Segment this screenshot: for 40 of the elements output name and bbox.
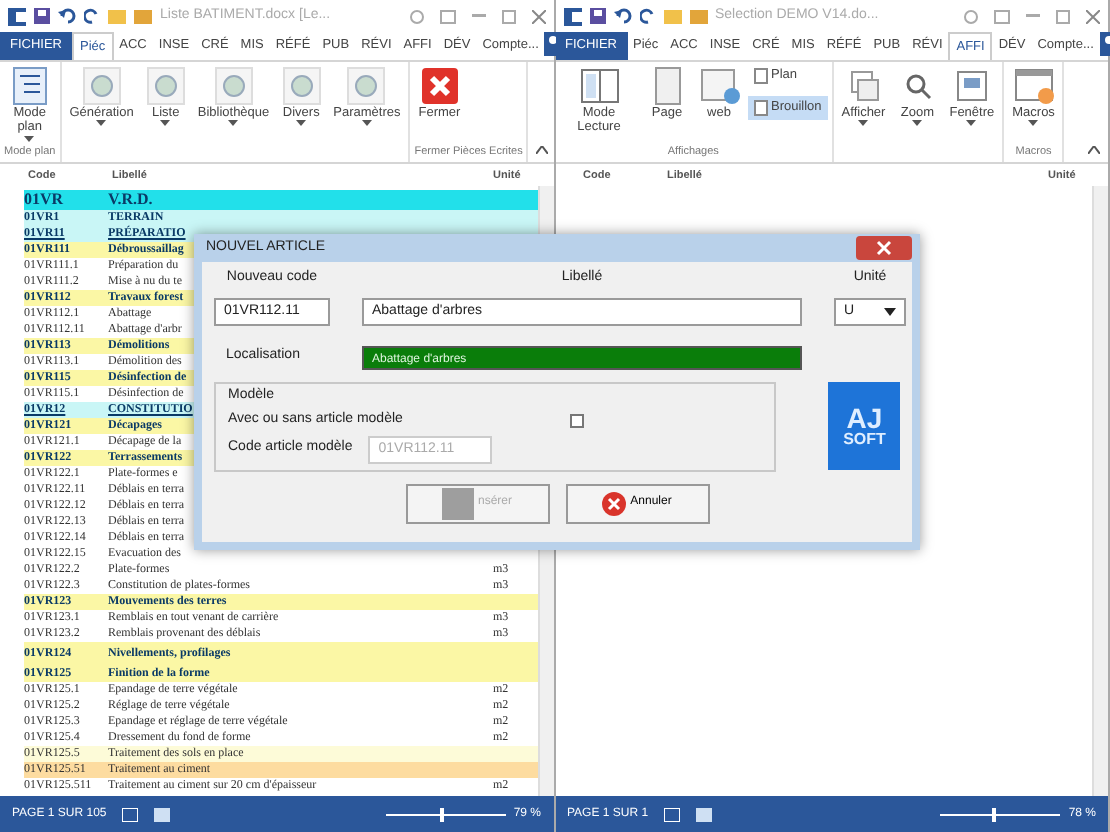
close-icon[interactable] bbox=[531, 9, 545, 23]
word-icon bbox=[8, 7, 26, 25]
close-icon bbox=[419, 66, 460, 106]
caret-icon bbox=[160, 120, 171, 127]
undo-icon[interactable] bbox=[613, 8, 631, 24]
redo-icon[interactable] bbox=[84, 8, 100, 24]
undo-icon[interactable] bbox=[58, 8, 76, 24]
square-icon bbox=[441, 487, 474, 519]
caret-icon bbox=[228, 120, 239, 127]
save-icon[interactable] bbox=[589, 8, 605, 24]
logo: AJ SOFT bbox=[828, 382, 900, 470]
outline-icon bbox=[9, 66, 50, 106]
caret-icon bbox=[96, 120, 107, 127]
caret-icon bbox=[912, 120, 923, 127]
close-icon[interactable] bbox=[1086, 9, 1100, 23]
collapse-icon[interactable] bbox=[1088, 146, 1100, 154]
collapse-icon[interactable] bbox=[536, 146, 549, 154]
redo-icon[interactable] bbox=[639, 8, 655, 24]
read-mode-icon[interactable] bbox=[664, 807, 681, 821]
save-icon[interactable] bbox=[34, 8, 50, 24]
caret-icon bbox=[966, 120, 977, 127]
caret-icon bbox=[361, 120, 372, 127]
table-cell: V.R.D. bbox=[108, 190, 153, 208]
book-icon bbox=[579, 66, 619, 106]
table-cell-text: 01VR bbox=[24, 190, 66, 210]
caret-icon bbox=[296, 120, 307, 127]
cancel-icon bbox=[602, 491, 627, 515]
close-icon[interactable] bbox=[856, 236, 912, 260]
caret-icon bbox=[1028, 120, 1039, 127]
caret-icon bbox=[858, 120, 869, 127]
caret-icon bbox=[24, 135, 35, 142]
layout-icon[interactable] bbox=[696, 807, 713, 821]
checkbox[interactable] bbox=[570, 413, 585, 428]
word-icon bbox=[563, 7, 581, 25]
window-icon bbox=[951, 66, 992, 106]
layout-icon[interactable] bbox=[154, 807, 171, 821]
web-icon bbox=[699, 66, 739, 106]
dropdown-icon bbox=[884, 307, 896, 315]
read-mode-icon[interactable] bbox=[122, 807, 139, 821]
macro-icon bbox=[1013, 66, 1054, 106]
